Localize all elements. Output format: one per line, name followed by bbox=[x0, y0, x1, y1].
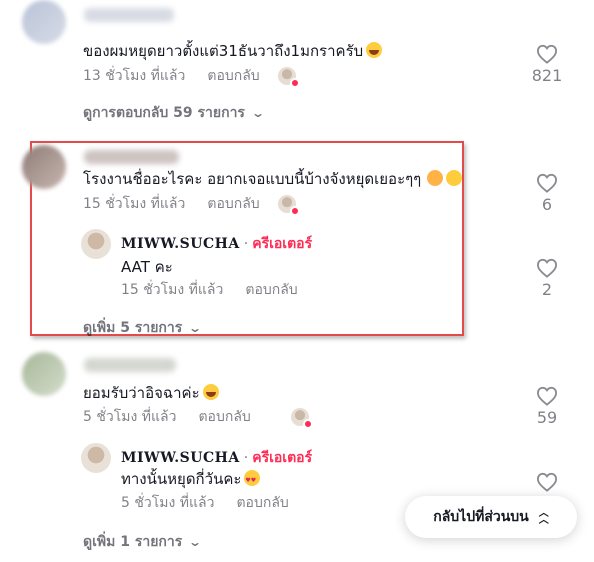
like-button[interactable] bbox=[527, 472, 567, 492]
like-count: 59 bbox=[536, 408, 558, 427]
reply-button[interactable]: ตอบกลับ bbox=[207, 193, 259, 215]
comment-time: 13 ชั่วโมง ที่แล้ว bbox=[83, 68, 186, 84]
comment-meta: 13 ชั่วโมง ที่แล้ว ตอบกลับ bbox=[83, 65, 300, 88]
creator-username[interactable]: MIWW.SUCHA bbox=[121, 236, 240, 252]
creator-liked-avatar-icon bbox=[290, 408, 313, 429]
chevron-down-icon: ⌄ bbox=[188, 321, 203, 335]
reply-meta: 5 ชั่วโมง ที่แล้ว ตอบกลับ bbox=[121, 492, 289, 514]
double-chevron-up-icon: ︿ ︿ bbox=[538, 508, 549, 526]
view-more-replies-button[interactable]: ดูเพิ่ม 1 รายการ ⌄ bbox=[83, 531, 203, 553]
commenter-avatar[interactable] bbox=[22, 352, 66, 396]
smiling-face-emoji bbox=[446, 170, 463, 186]
creator-avatar[interactable] bbox=[81, 229, 111, 259]
reply-header: MIWW.SUCHA · ครีเอเตอร์ bbox=[121, 450, 313, 466]
grinning-squinting-emoji bbox=[366, 42, 383, 58]
reply-button[interactable]: ตอบกลับ bbox=[198, 406, 250, 428]
commenter-name-blurred[interactable] bbox=[84, 150, 179, 164]
like-count: 821 bbox=[531, 66, 563, 85]
like-count: 6 bbox=[541, 195, 553, 214]
heart-eyes-emoji bbox=[244, 470, 261, 491]
back-to-top-button[interactable]: กลับไปที่ส่วนบน ︿ ︿ bbox=[405, 496, 577, 538]
heart-outline-icon bbox=[536, 44, 558, 64]
comment-text: ของผมหยุดยาวตั้งแต่31ธันวาถึง1มกราครับ bbox=[83, 41, 383, 61]
reply-button[interactable]: ตอบกลับ bbox=[236, 492, 288, 514]
reply-time: 5 ชั่วโมง ที่แล้ว bbox=[121, 495, 215, 511]
comment-text: โรงงานชื่ออะไรคะ อยากเจอแบบนี้บ้างจังหยุ… bbox=[83, 169, 463, 189]
reply-text: ทางนั้นหยุดกี่วันคะ bbox=[121, 469, 261, 491]
heart-outline-icon bbox=[536, 386, 558, 406]
commenter-name-blurred[interactable] bbox=[84, 358, 176, 372]
like-button[interactable]: 821 bbox=[527, 44, 567, 85]
heart-outline-icon bbox=[536, 258, 558, 278]
party-face-emoji bbox=[427, 170, 444, 186]
comment-text: ยอมรับว่าอิจฉาค่ะ bbox=[83, 383, 219, 403]
comment-meta: 15 ชั่วโมง ที่แล้ว ตอบกลับ bbox=[83, 193, 300, 216]
back-to-top-label: กลับไปที่ส่วนบน bbox=[433, 509, 529, 525]
creator-liked-avatar-icon bbox=[277, 195, 300, 216]
creator-badge: ครีเอเตอร์ bbox=[252, 236, 313, 252]
commenter-avatar[interactable] bbox=[22, 145, 66, 189]
reply-time: 15 ชั่วโมง ที่แล้ว bbox=[121, 282, 224, 298]
view-more-replies-button[interactable]: ดูเพิ่ม 5 รายการ ⌄ bbox=[83, 317, 203, 339]
comment-time: 15 ชั่วโมง ที่แล้ว bbox=[83, 196, 186, 212]
commenter-avatar[interactable] bbox=[22, 0, 66, 44]
like-button[interactable]: 2 bbox=[527, 258, 567, 299]
creator-avatar[interactable] bbox=[81, 443, 111, 473]
creator-badge: ครีเอเตอร์ bbox=[252, 450, 313, 466]
heart-outline-icon bbox=[536, 472, 558, 492]
reply-text: AAT คะ bbox=[121, 258, 173, 276]
like-count: 2 bbox=[541, 280, 553, 299]
reply-button[interactable]: ตอบกลับ bbox=[207, 65, 259, 87]
creator-username[interactable]: MIWW.SUCHA bbox=[121, 450, 240, 466]
chevron-down-icon: ⌄ bbox=[250, 106, 266, 120]
like-button[interactable]: 6 bbox=[527, 173, 567, 214]
grinning-squinting-emoji bbox=[202, 384, 219, 400]
heart-outline-icon bbox=[536, 173, 558, 193]
reply-header: MIWW.SUCHA · ครีเอเตอร์ bbox=[121, 236, 313, 252]
view-replies-button[interactable]: ดูการตอบกลับ 59 รายการ ⌄ bbox=[83, 102, 266, 124]
commenter-name-blurred[interactable] bbox=[84, 8, 174, 22]
like-button[interactable]: 59 bbox=[527, 386, 567, 427]
comment-meta: 5 ชั่วโมง ที่แล้ว ตอบกลับ bbox=[83, 406, 313, 429]
creator-liked-avatar-icon bbox=[277, 67, 300, 88]
reply-button[interactable]: ตอบกลับ bbox=[245, 279, 297, 301]
chevron-down-icon: ⌄ bbox=[188, 535, 203, 549]
reply-meta: 15 ชั่วโมง ที่แล้ว ตอบกลับ bbox=[121, 279, 298, 301]
comment-time: 5 ชั่วโมง ที่แล้ว bbox=[83, 409, 177, 425]
